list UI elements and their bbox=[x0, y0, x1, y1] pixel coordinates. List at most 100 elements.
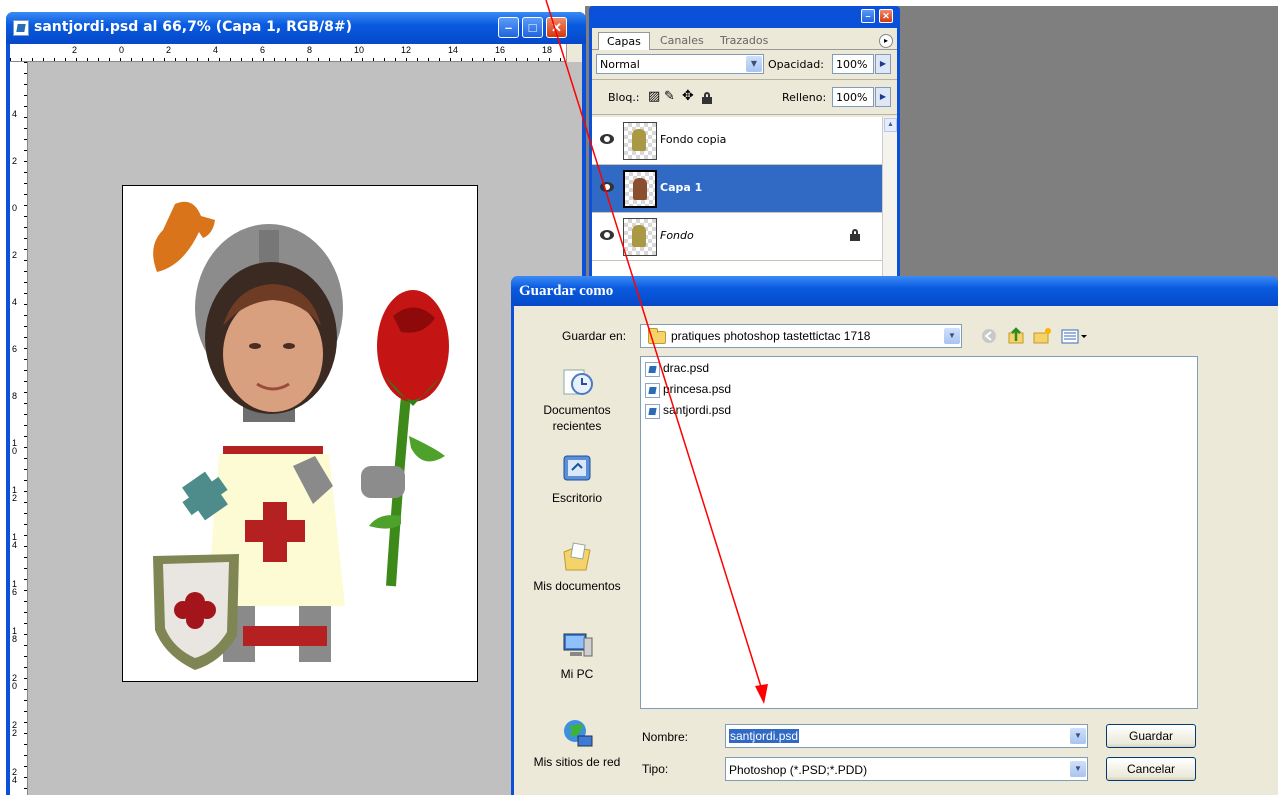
file-item-drac[interactable]: drac.psd bbox=[645, 361, 709, 379]
chevron-down-icon[interactable]: ▼ bbox=[746, 56, 762, 72]
ruler-tick-label: 6 bbox=[260, 45, 266, 55]
ruler-tick-label: 2 bbox=[12, 156, 18, 166]
place-label: Documentos recientes bbox=[543, 403, 611, 433]
palette-titlebar[interactable]: – ✕ bbox=[589, 6, 900, 28]
photoshop-document-icon bbox=[13, 20, 29, 36]
save-as-dialog: Guardar como Guardar en: pratiques photo… bbox=[511, 276, 1278, 795]
document-area: 2 0 2 4 6 8 10 12 14 16 18 4 2 0 2 4 6 8 10 12 14 16 18 20 22 24 bbox=[10, 44, 582, 795]
document-titlebar[interactable]: santjordi.psd al 66,7% (Capa 1, RGB/8#) … bbox=[6, 12, 586, 44]
ruler-tick-label: 4 bbox=[12, 297, 18, 307]
chevron-down-icon[interactable]: ▼ bbox=[1070, 761, 1086, 777]
visibility-eye-icon[interactable] bbox=[600, 182, 614, 192]
scroll-up-icon[interactable]: ▲ bbox=[884, 118, 897, 132]
psd-file-icon bbox=[645, 383, 660, 398]
ruler-tick-label: 4 bbox=[213, 45, 219, 55]
ruler-tick-label: 4 bbox=[12, 109, 18, 119]
lock-paint-brush-icon[interactable]: ✎ bbox=[664, 89, 675, 104]
place-network-places[interactable]: Mis sitios de red bbox=[524, 716, 630, 795]
palette-minimize-button[interactable]: – bbox=[861, 9, 875, 23]
ruler-tick-label: 22 bbox=[12, 720, 18, 738]
file-item-santjordi[interactable]: santjordi.psd bbox=[645, 403, 731, 421]
dialog-titlebar[interactable]: Guardar como bbox=[511, 276, 1278, 306]
up-one-level-icon[interactable] bbox=[1006, 327, 1026, 345]
layer-row-capa-1[interactable]: Capa 1 bbox=[592, 165, 882, 213]
image-canvas[interactable] bbox=[122, 185, 478, 682]
close-button[interactable]: ✕ bbox=[546, 17, 567, 38]
place-desktop[interactable]: Escritorio bbox=[524, 452, 630, 532]
vertical-ruler: 4 2 0 2 4 6 8 10 12 14 16 18 20 22 24 bbox=[10, 62, 28, 795]
save-button[interactable]: Guardar bbox=[1106, 724, 1196, 748]
place-my-computer[interactable]: Mi PC bbox=[524, 628, 630, 708]
opacity-label: Opacidad: bbox=[768, 58, 824, 71]
palette-close-button[interactable]: ✕ bbox=[879, 9, 893, 23]
ruler-tick-label: 10 bbox=[354, 45, 365, 55]
place-recent-documents[interactable]: Documentos recientes bbox=[524, 364, 630, 444]
layer-name: Fondo copia bbox=[660, 133, 727, 146]
blend-mode-select[interactable]: Normal ▼ bbox=[596, 54, 764, 74]
visibility-eye-icon[interactable] bbox=[600, 134, 614, 144]
file-type-label: Tipo: bbox=[642, 762, 669, 776]
new-folder-icon[interactable] bbox=[1032, 327, 1052, 345]
horizontal-ruler: 2 0 2 4 6 8 10 12 14 16 18 bbox=[10, 44, 566, 62]
chevron-down-icon[interactable]: ▼ bbox=[1070, 728, 1086, 744]
ruler-tick-label: 6 bbox=[12, 344, 18, 354]
lock-all-icon[interactable] bbox=[702, 92, 712, 104]
place-label: Mi PC bbox=[560, 667, 594, 681]
place-my-documents[interactable]: Mis documentos bbox=[524, 540, 630, 620]
visibility-eye-icon[interactable] bbox=[600, 230, 614, 240]
tab-trazados[interactable]: Trazados bbox=[712, 32, 776, 50]
fill-field[interactable]: 100% bbox=[832, 87, 874, 107]
back-icon[interactable] bbox=[980, 327, 1000, 345]
file-item-princesa[interactable]: princesa.psd bbox=[645, 382, 731, 400]
ruler-tick-label: 18 bbox=[12, 626, 18, 644]
file-name: drac.psd bbox=[663, 361, 710, 375]
minimize-button[interactable]: – bbox=[498, 17, 519, 38]
save-in-value: pratiques photoshop tastettictac 1718 bbox=[671, 329, 871, 343]
file-type-select[interactable]: Photoshop (*.PSD;*.PDD) ▼ bbox=[725, 757, 1088, 781]
opacity-field[interactable]: 100% bbox=[832, 54, 874, 74]
maximize-button[interactable]: □ bbox=[522, 17, 543, 38]
ruler-tick-label: 20 bbox=[12, 673, 18, 691]
layers-scrollbar[interactable]: ▲ bbox=[882, 117, 897, 278]
lock-position-move-icon[interactable]: ✥ bbox=[682, 88, 694, 104]
layers-palette: – ✕ Capas Canales Trazados ▸ Normal ▼ Op… bbox=[589, 6, 900, 278]
view-menu-icon[interactable] bbox=[1060, 327, 1088, 345]
ruler-tick-label: 0 bbox=[119, 45, 125, 55]
folder-icon bbox=[648, 328, 666, 344]
file-name-value: santjordi.psd bbox=[729, 729, 800, 743]
place-label: Mis documentos bbox=[533, 579, 621, 593]
opacity-slider-button[interactable]: ▶ bbox=[875, 54, 891, 74]
fill-slider-button[interactable]: ▶ bbox=[875, 87, 891, 107]
ruler-tick-label: 16 bbox=[12, 579, 18, 597]
layer-name: Fondo bbox=[660, 229, 694, 242]
chevron-down-icon[interactable]: ▼ bbox=[944, 328, 960, 344]
file-type-value: Photoshop (*.PSD;*.PDD) bbox=[729, 763, 868, 777]
file-name-input[interactable]: santjordi.psd ▼ bbox=[725, 724, 1088, 748]
ruler-tick-label: 18 bbox=[542, 45, 553, 55]
palette-tabs: Capas Canales Trazados ▸ bbox=[592, 28, 897, 50]
layer-row-fondo[interactable]: Fondo bbox=[592, 213, 882, 261]
document-title: santjordi.psd al 66,7% (Capa 1, RGB/8#) bbox=[34, 19, 353, 35]
file-list[interactable]: drac.psd princesa.psd santjordi.psd bbox=[640, 356, 1198, 709]
file-name-label: Nombre: bbox=[642, 730, 689, 744]
network-places-icon bbox=[564, 720, 593, 747]
save-in-select[interactable]: pratiques photoshop tastettictac 1718 ▼ bbox=[640, 324, 962, 348]
place-label: Escritorio bbox=[551, 491, 602, 505]
lock-transparency-icon[interactable]: ▨ bbox=[648, 89, 660, 104]
dialog-body: Guardar en: pratiques photoshop tastetti… bbox=[514, 306, 1278, 795]
ruler-tick-label: 14 bbox=[448, 45, 459, 55]
cancel-button[interactable]: Cancelar bbox=[1106, 757, 1196, 781]
palette-menu-button[interactable]: ▸ bbox=[879, 34, 893, 48]
my-computer-icon bbox=[563, 633, 593, 657]
ruler-tick-label: 2 bbox=[72, 45, 78, 55]
psd-file-icon bbox=[645, 404, 660, 419]
my-documents-icon bbox=[563, 542, 591, 571]
psd-file-icon bbox=[645, 362, 660, 377]
ruler-tick-label: 2 bbox=[12, 250, 18, 260]
layer-row-fondo-copia[interactable]: Fondo copia bbox=[592, 117, 882, 165]
ruler-tick-label: 8 bbox=[307, 45, 313, 55]
scrollbar-up-button[interactable] bbox=[566, 44, 582, 62]
divider bbox=[592, 114, 897, 115]
tab-canales[interactable]: Canales bbox=[652, 32, 712, 50]
tab-capas[interactable]: Capas bbox=[598, 32, 650, 50]
